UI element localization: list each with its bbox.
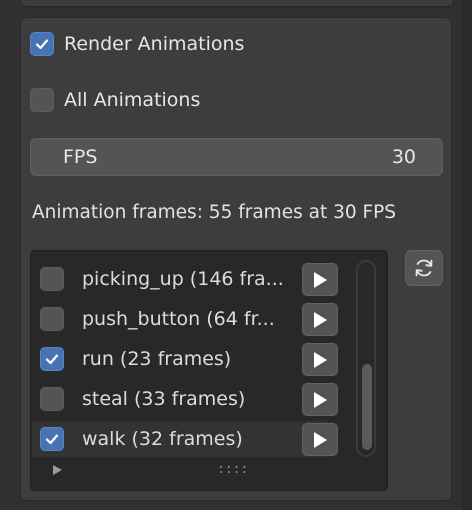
refresh-button[interactable] xyxy=(405,250,443,286)
item-label: walk (32 frames) xyxy=(82,428,243,450)
scrollbar-thumb[interactable] xyxy=(362,364,372,450)
item-checkbox[interactable] xyxy=(40,267,64,291)
check-icon xyxy=(45,354,59,365)
play-icon xyxy=(314,431,327,448)
item-label: push_button (64 fr... xyxy=(82,308,275,330)
animation-frames-info: Animation frames: 55 frames at 30 FPS xyxy=(32,202,397,223)
item-label: steal (33 frames) xyxy=(82,388,246,410)
item-checkbox[interactable] xyxy=(40,427,64,451)
all-animations-toggle[interactable]: All Animations xyxy=(30,88,200,112)
render-animations-checkbox[interactable] xyxy=(30,32,54,56)
list-item[interactable]: steal (33 frames) xyxy=(32,381,328,417)
play-button[interactable] xyxy=(302,383,338,416)
all-animations-label: All Animations xyxy=(64,89,201,111)
fps-label: FPS xyxy=(63,146,98,168)
check-icon xyxy=(35,39,49,50)
fps-value: 30 xyxy=(391,146,416,168)
fps-field[interactable]: FPS 30 xyxy=(30,138,443,176)
animation-settings-panel: Render Animations All Animations FPS 30 … xyxy=(20,17,452,501)
play-button[interactable] xyxy=(302,343,338,376)
list-item[interactable]: picking_up (146 fra... xyxy=(32,261,328,297)
render-animations-label: Render Animations xyxy=(64,33,245,55)
play-icon xyxy=(314,271,327,288)
play-button[interactable] xyxy=(302,423,338,456)
play-icon xyxy=(314,351,327,368)
item-label: picking_up (146 fra... xyxy=(82,268,284,290)
all-animations-checkbox[interactable] xyxy=(30,88,54,112)
item-checkbox[interactable] xyxy=(40,347,64,371)
list-item[interactable]: push_button (64 fr... xyxy=(32,301,328,337)
item-checkbox[interactable] xyxy=(40,387,64,411)
play-button[interactable] xyxy=(302,263,338,296)
play-button[interactable] xyxy=(302,303,338,336)
play-icon xyxy=(314,311,327,328)
item-label: run (23 frames) xyxy=(82,348,232,370)
triangle-right-icon[interactable] xyxy=(53,465,62,475)
render-animations-toggle[interactable]: Render Animations xyxy=(30,32,244,56)
play-icon xyxy=(314,391,327,408)
previous-panel-edge xyxy=(20,0,454,7)
check-icon xyxy=(45,434,59,445)
list-item[interactable]: walk (32 frames) xyxy=(32,421,328,457)
region-edge xyxy=(462,0,472,510)
list-scrollbar[interactable] xyxy=(356,260,376,457)
item-checkbox[interactable] xyxy=(40,307,64,331)
resize-grip[interactable]: :::: xyxy=(217,462,248,477)
refresh-icon xyxy=(415,259,433,277)
list-item[interactable]: run (23 frames) xyxy=(32,341,328,377)
animation-list: picking_up (146 fra... push_button (64 f… xyxy=(30,250,388,491)
